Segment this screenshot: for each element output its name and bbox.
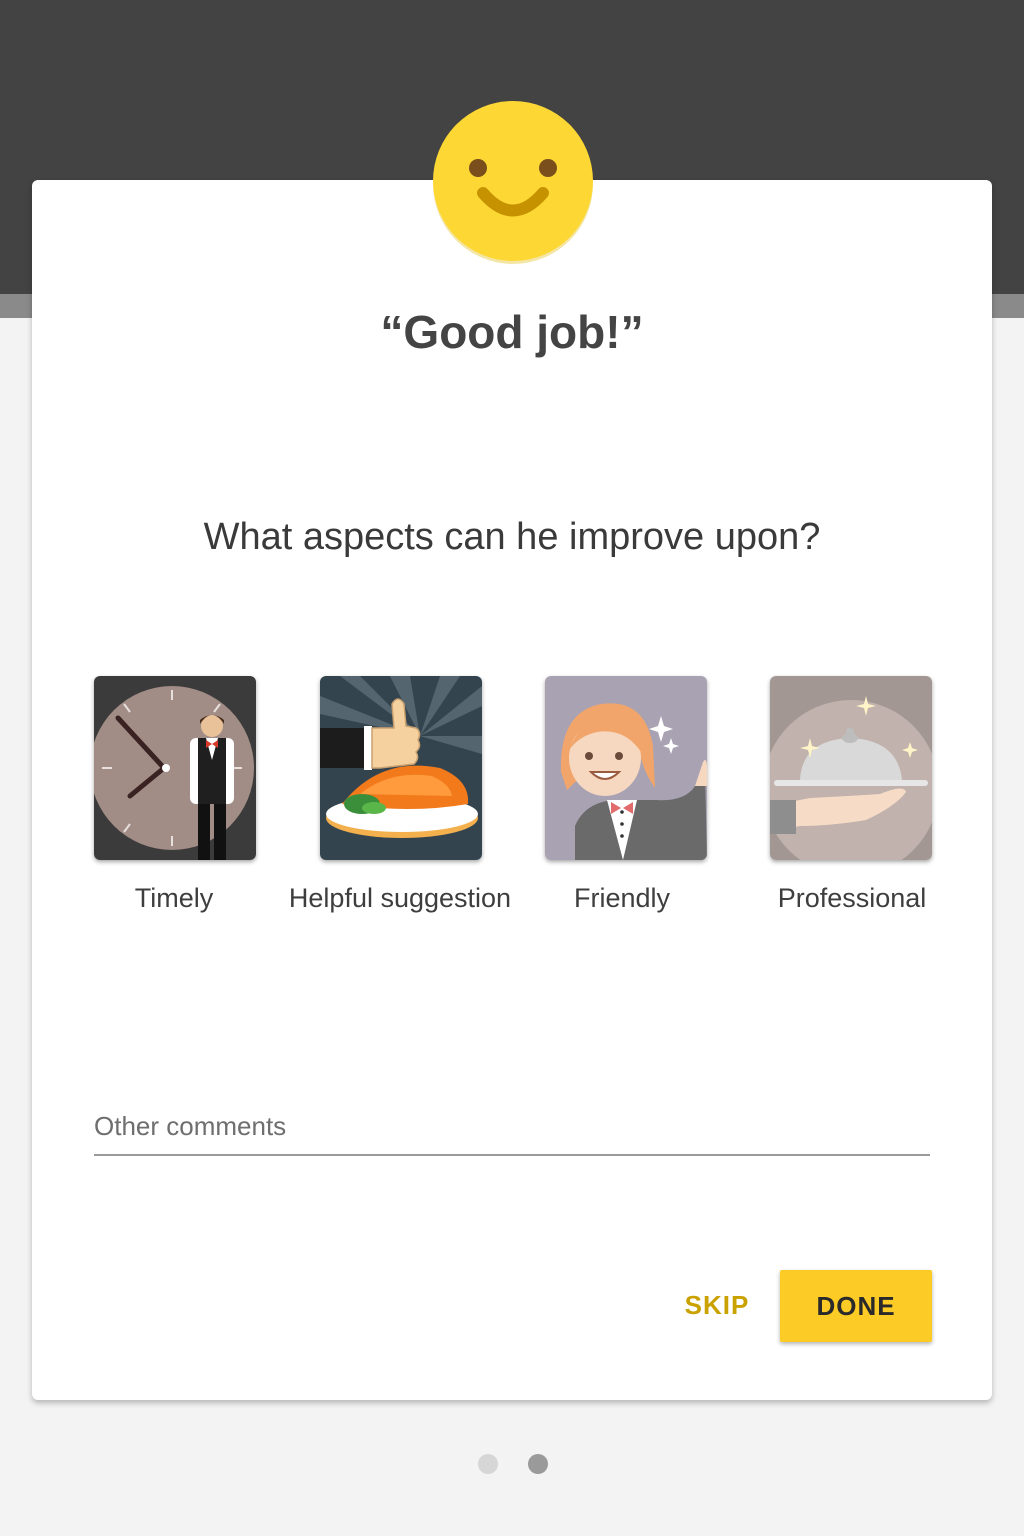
- aspect-tile-timely[interactable]: [94, 676, 256, 860]
- thumbs-up-food-icon: [320, 676, 482, 860]
- done-button[interactable]: DONE: [780, 1270, 932, 1342]
- aspect-tile-helpful-suggestion[interactable]: [320, 676, 482, 860]
- smiling-waitress-icon: [545, 676, 707, 860]
- aspect-tile-friendly[interactable]: [545, 676, 707, 860]
- serving-cloche-icon: [770, 676, 932, 860]
- pager-dot-2[interactable]: [528, 1454, 548, 1474]
- aspect-label-timely: Timely: [134, 883, 214, 913]
- improvement-question: What aspects can he improve upon?: [203, 516, 821, 558]
- aspect-tile-professional[interactable]: [770, 676, 932, 860]
- smiley-face-icon: [430, 98, 596, 264]
- skip-button[interactable]: SKIP: [672, 1280, 762, 1330]
- pager-dot-1[interactable]: [478, 1454, 498, 1474]
- other-comments-input[interactable]: [94, 1098, 930, 1156]
- aspect-label-friendly: Friendly: [573, 883, 671, 913]
- page-title: “Good job!”: [380, 306, 644, 358]
- aspect-label-helpful-suggestion: Helpful suggestion: [288, 883, 512, 913]
- aspect-label-professional: Professional: [777, 883, 927, 913]
- clock-waiter-icon: [94, 676, 256, 860]
